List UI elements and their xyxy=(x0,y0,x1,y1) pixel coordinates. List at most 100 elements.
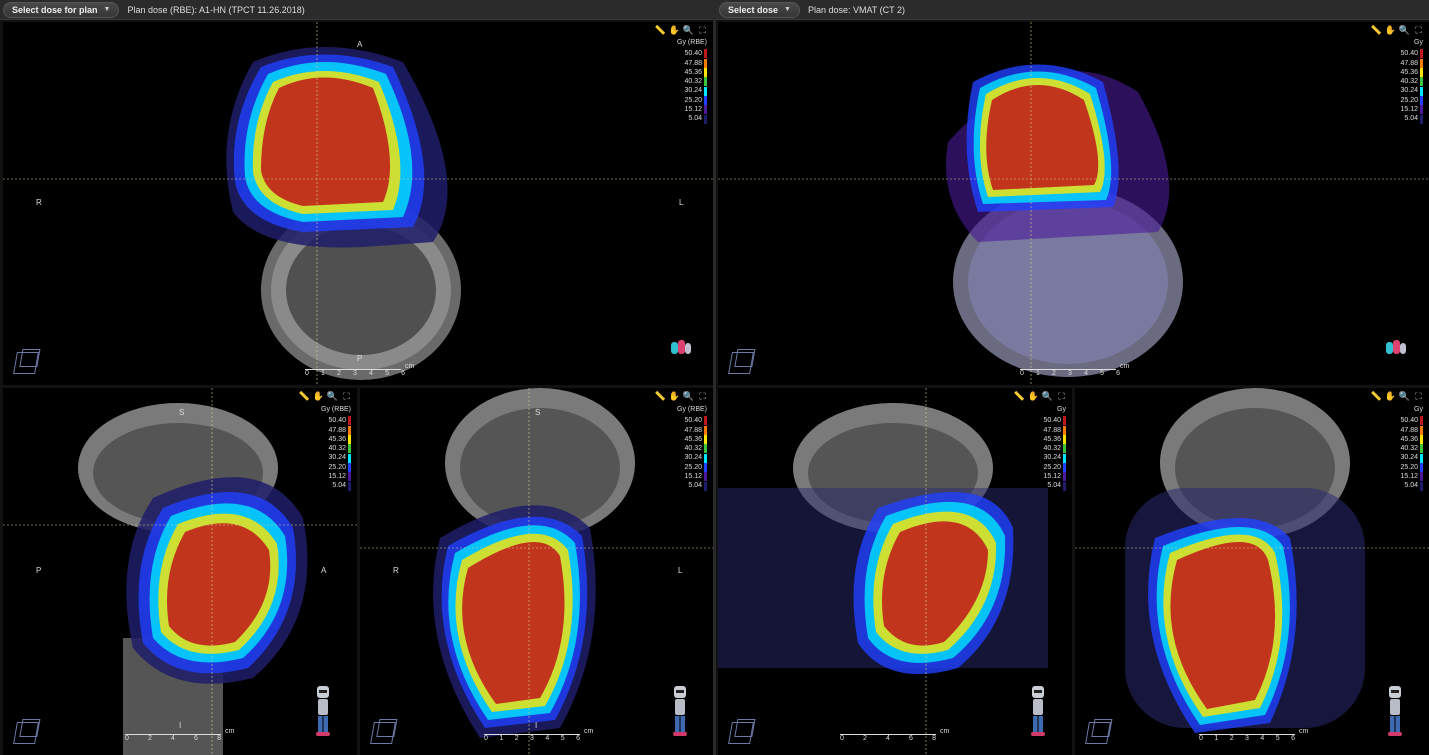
legend-level: 5.04 xyxy=(332,482,346,490)
legend-level: 50.40 xyxy=(684,50,702,58)
legend-level: 40.32 xyxy=(1400,445,1418,453)
right-sagittal-viewport[interactable]: 📏 ✋ 🔍 ⛶ Gy 50.40 47.88 45.36 40.32 30.24… xyxy=(718,388,1072,755)
right-coronal-dose-legend: Gy 50.40 47.88 45.36 40.32 30.24 25.20 1… xyxy=(1400,405,1423,491)
legend-swatch xyxy=(704,114,707,124)
legend-unit: Gy xyxy=(1057,406,1066,413)
ruler-icon[interactable]: 📏 xyxy=(1371,25,1382,35)
left-toolbar: Select dose for plan ▼ Plan dose (RBE): … xyxy=(0,0,713,20)
scale-tick: 6 xyxy=(1116,370,1120,377)
right-coronal-tools: 📏 ✋ 🔍 ⛶ xyxy=(1371,391,1423,401)
zoom-icon[interactable]: 🔍 xyxy=(1042,391,1053,401)
orient-inferior-label: I xyxy=(535,721,538,730)
right-coronal-image xyxy=(1075,388,1429,733)
legend-unit: Gy (RBE) xyxy=(677,406,707,413)
orientation-figure-icon xyxy=(671,340,691,354)
legend-unit: Gy xyxy=(1414,406,1423,413)
pan-hand-icon[interactable]: ✋ xyxy=(1385,25,1396,35)
chevron-down-icon: ▼ xyxy=(103,6,111,13)
scale-tick: 1 xyxy=(499,735,504,742)
right-axial-dose-legend: Gy 50.40 47.88 45.36 40.32 30.24 25.20 1… xyxy=(1400,38,1423,124)
pan-hand-icon[interactable]: ✋ xyxy=(1385,391,1396,401)
legend-swatch xyxy=(704,453,707,463)
zoom-icon[interactable]: 🔍 xyxy=(683,25,694,35)
ruler-icon[interactable]: 📏 xyxy=(1371,391,1382,401)
legend-swatch xyxy=(1420,86,1423,96)
fullscreen-icon[interactable]: ⛶ xyxy=(1057,391,1066,401)
scale-unit: cm xyxy=(225,728,235,735)
legend-swatch xyxy=(348,472,351,482)
legend-swatch xyxy=(704,58,707,68)
scale-tick: 6 xyxy=(576,735,580,742)
3d-view-cube-icon[interactable] xyxy=(728,352,754,374)
legend-level: 25.20 xyxy=(684,96,702,104)
legend-level: 5.04 xyxy=(1404,482,1418,490)
pan-hand-icon[interactable]: ✋ xyxy=(313,391,324,401)
right-sagittal-image xyxy=(718,388,1048,755)
zoom-icon[interactable]: 🔍 xyxy=(1399,25,1410,35)
scale-tick: 0 xyxy=(305,370,309,377)
left-sagittal-viewport[interactable]: 📏 ✋ 🔍 ⛶ Gy (RBE) 50.40 47.88 45.36 40.32… xyxy=(3,388,357,755)
legend-swatch xyxy=(1420,68,1423,78)
scale-tick: 0 xyxy=(840,735,844,742)
left-coronal-viewport[interactable]: 📏 ✋ 🔍 ⛶ Gy (RBE) 50.40 47.88 45.36 40.32… xyxy=(360,388,713,755)
legend-level: 15.12 xyxy=(1043,473,1061,481)
zoom-icon[interactable]: 🔍 xyxy=(327,391,338,401)
coronal-scale-bar: 0 1 2 3 4 5 6 cm xyxy=(484,728,594,742)
left-coronal-dose-legend: Gy (RBE) 50.40 47.88 45.36 40.32 30.24 2… xyxy=(677,405,707,491)
select-dose-for-plan-dropdown[interactable]: Select dose for plan ▼ xyxy=(3,1,120,18)
pan-hand-icon[interactable]: ✋ xyxy=(1028,391,1039,401)
ruler-icon[interactable]: 📏 xyxy=(655,391,666,401)
legend-swatch xyxy=(704,481,707,491)
legend-level: 25.20 xyxy=(1043,463,1061,471)
3d-view-cube-icon[interactable] xyxy=(1085,722,1111,744)
scale-tick: 6 xyxy=(401,370,405,377)
axial-scale-bar: 0 1 2 3 4 5 6 cm xyxy=(1020,363,1130,377)
legend-level: 30.24 xyxy=(1400,87,1418,95)
scale-tick: 6 xyxy=(1291,735,1295,742)
right-coronal-viewport[interactable]: 📏 ✋ 🔍 ⛶ Gy 50.40 47.88 45.36 40.32 30.24… xyxy=(1075,388,1429,755)
legend-swatch xyxy=(1420,77,1423,87)
orientation-robot-icon xyxy=(315,686,331,738)
ruler-icon[interactable]: 📏 xyxy=(1014,391,1025,401)
fullscreen-icon[interactable]: ⛶ xyxy=(342,391,351,401)
orient-left-label: L xyxy=(678,566,683,575)
fullscreen-icon[interactable]: ⛶ xyxy=(698,391,707,401)
right-axial-viewport[interactable]: 📏 ✋ 🔍 ⛶ Gy 50.40 47.88 45.36 40.32 30.24… xyxy=(718,22,1429,385)
zoom-icon[interactable]: 🔍 xyxy=(1399,391,1410,401)
pan-hand-icon[interactable]: ✋ xyxy=(669,25,680,35)
orient-posterior-label: P xyxy=(357,354,363,363)
scale-tick: 3 xyxy=(1068,370,1072,377)
dose-comparison-screen: Select dose for plan ▼ Plan dose (RBE): … xyxy=(0,0,1429,755)
3d-view-cube-icon[interactable] xyxy=(13,352,39,374)
3d-view-cube-icon[interactable] xyxy=(728,722,754,744)
pan-hand-icon[interactable]: ✋ xyxy=(669,391,680,401)
legend-swatch xyxy=(704,435,707,445)
orient-left-label: L xyxy=(679,198,684,207)
scale-unit: cm xyxy=(940,728,950,735)
scale-tick: 4 xyxy=(1084,370,1088,377)
legend-level: 45.36 xyxy=(1400,435,1418,443)
left-axial-viewport[interactable]: 📏 ✋ 🔍 ⛶ Gy (RBE) 50.40 47.88 45.36 40.32… xyxy=(3,22,713,385)
legend-level: 25.20 xyxy=(1400,96,1418,104)
ruler-icon[interactable]: 📏 xyxy=(299,391,310,401)
scale-tick: 4 xyxy=(171,735,175,742)
legend-swatch xyxy=(704,49,707,59)
legend-swatch xyxy=(1063,435,1066,445)
legend-swatch xyxy=(1420,95,1423,105)
orient-right-label: R xyxy=(393,566,399,575)
3d-view-cube-icon[interactable] xyxy=(370,722,396,744)
select-dose-dropdown[interactable]: Select dose ▼ xyxy=(719,1,800,18)
fullscreen-icon[interactable]: ⛶ xyxy=(1414,25,1423,35)
legend-level: 5.04 xyxy=(688,482,702,490)
left-plan-panel: Select dose for plan ▼ Plan dose (RBE): … xyxy=(0,0,713,755)
3d-view-cube-icon[interactable] xyxy=(13,722,39,744)
fullscreen-icon[interactable]: ⛶ xyxy=(698,25,707,35)
legend-swatch xyxy=(1063,425,1066,435)
zoom-icon[interactable]: 🔍 xyxy=(683,391,694,401)
ruler-icon[interactable]: 📏 xyxy=(655,25,666,35)
orient-right-label: R xyxy=(36,198,42,207)
fullscreen-icon[interactable]: ⛶ xyxy=(1414,391,1423,401)
left-coronal-tools: 📏 ✋ 🔍 ⛶ xyxy=(655,391,707,401)
scale-tick: 4 xyxy=(545,735,550,742)
legend-swatch xyxy=(348,444,351,454)
